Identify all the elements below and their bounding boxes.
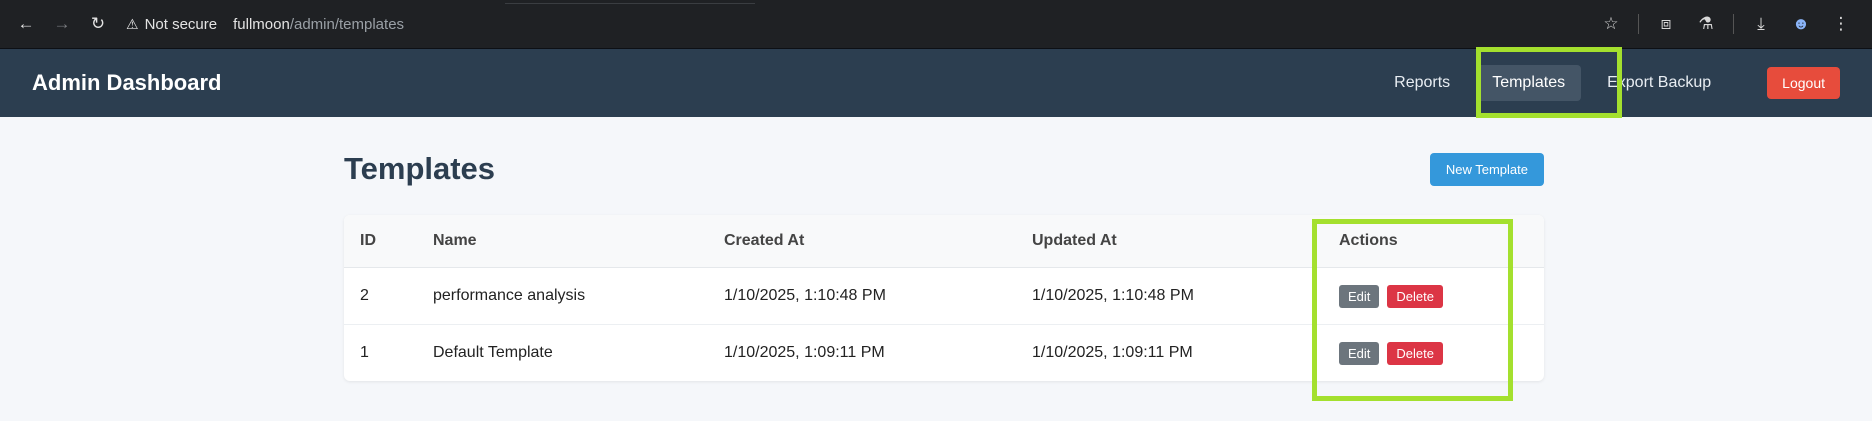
cell-created: 1/10/2025, 1:10:48 PM (708, 267, 1016, 325)
cell-name: Default Template (433, 344, 553, 361)
nav-reports[interactable]: Reports (1378, 65, 1466, 101)
cell-name: performance analysis (417, 267, 708, 325)
cell-created: 1/10/2025, 1:09:11 PM (724, 344, 885, 361)
reload-icon[interactable]: ↻ (82, 8, 114, 40)
nav-templates[interactable]: Templates (1476, 65, 1582, 101)
app-header: Admin Dashboard Reports Templates Export… (0, 48, 1872, 117)
column-header-id: ID (344, 215, 417, 268)
templates-table-card: ID Name Created At Updated At Actions 2 … (344, 215, 1544, 381)
profile-icon[interactable]: ☻ (1784, 7, 1818, 41)
warning-icon: ⚠ (126, 15, 139, 32)
star-icon[interactable]: ☆ (1594, 7, 1628, 41)
app-title: Admin Dashboard (32, 70, 222, 95)
main-content: Templates New Template ID Name Created A… (344, 117, 1544, 381)
cell-updated: 1/10/2025, 1:10:48 PM (1016, 267, 1323, 325)
table-row: 2 performance analysis 1/10/2025, 1:10:4… (344, 267, 1544, 325)
nav-export-backup[interactable]: Export Backup (1591, 65, 1727, 101)
back-arrow-icon[interactable]: ← (10, 8, 42, 40)
toolbar-divider (1638, 14, 1639, 34)
extensions-icon[interactable]: ⧈ (1649, 7, 1683, 41)
column-header-updated: Updated At (1016, 215, 1323, 268)
table-header-row: ID Name Created At Updated At Actions (344, 215, 1544, 268)
main-nav: Reports Templates Export Backup Logout (1368, 65, 1840, 101)
delete-button[interactable]: Delete (1387, 284, 1443, 308)
forward-arrow-icon[interactable]: → (46, 8, 78, 40)
cell-actions: Edit Delete (1323, 325, 1544, 382)
toolbar-divider (1733, 14, 1734, 34)
column-header-name: Name (417, 215, 708, 268)
tab-strip-edge (505, 0, 755, 4)
page-title: Templates (344, 151, 496, 186)
column-header-created: Created At (708, 215, 1016, 268)
cell-id: 1 (360, 344, 369, 361)
table-row: 1 Default Template 1/10/2025, 1:09:11 PM… (344, 325, 1544, 382)
menu-icon[interactable]: ⋮ (1824, 7, 1858, 41)
logout-button[interactable]: Logout (1767, 67, 1840, 99)
url-host: fullmoon (233, 15, 290, 33)
cell-id: 2 (344, 267, 417, 325)
edit-button[interactable]: Edit (1339, 284, 1380, 308)
url-path: /admin/templates (289, 15, 405, 33)
cell-updated: 1/10/2025, 1:09:11 PM (1032, 344, 1193, 361)
browser-toolbar: ← → ↻ ⚠ Not secure fullmoon/admin/templa… (0, 0, 1872, 48)
download-icon[interactable]: ⤓ (1744, 7, 1778, 41)
edit-button[interactable]: Edit (1339, 341, 1380, 365)
column-header-actions: Actions (1323, 215, 1544, 268)
security-label: Not secure (144, 15, 218, 33)
new-template-button[interactable]: New Template (1429, 152, 1544, 186)
address-bar[interactable]: ⚠ Not secure fullmoon/admin/templates (126, 6, 1594, 42)
delete-button[interactable]: Delete (1387, 341, 1443, 365)
security-indicator[interactable]: ⚠ Not secure (126, 16, 217, 33)
labs-flask-icon[interactable]: ⚗ (1689, 7, 1723, 41)
templates-table: ID Name Created At Updated At Actions 2 … (344, 215, 1544, 381)
cell-actions: Edit Delete (1323, 267, 1544, 325)
